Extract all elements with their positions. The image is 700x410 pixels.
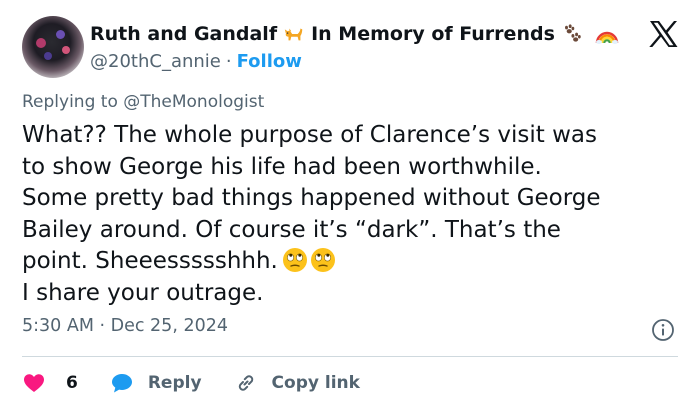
heart-icon — [24, 374, 44, 392]
x-logo-icon[interactable] — [648, 20, 678, 48]
handle-row: @20thC_annie · Follow — [90, 48, 302, 74]
face-with-rolling-eyes-icon — [310, 248, 335, 272]
tweet-text-line: Some pretty bad things happened without … — [22, 185, 601, 211]
paw-prints-icon — [561, 23, 583, 45]
tweet-text: What?? The whole purpose of Clarence’s v… — [22, 120, 682, 309]
tweet-text-line: to show George his life had been worthwh… — [22, 153, 542, 180]
avatar[interactable] — [22, 16, 84, 78]
tweet-text-line-with-emoji: point. Sheeessssshhh. — [22, 246, 682, 278]
link-icon — [238, 375, 253, 391]
avatar-flower — [36, 38, 46, 48]
like-button[interactable]: 6 — [22, 371, 78, 395]
avatar-flower — [56, 30, 65, 39]
avatar-flower — [62, 46, 70, 54]
cat-emoji-icon — [283, 23, 305, 45]
action-bar: 6 Reply Copy link — [22, 368, 392, 398]
replying-prefix: Replying to — [22, 92, 118, 112]
face-with-rolling-eyes-icon — [282, 248, 307, 272]
display-name-part2: In Memory of Furrends — [311, 23, 555, 45]
like-count: 6 — [66, 373, 78, 393]
avatar-flower — [44, 52, 52, 60]
tweet-text-line: I share your outrage. — [22, 279, 264, 306]
follow-button[interactable]: Follow — [237, 51, 302, 72]
reply-bubble-icon — [111, 374, 132, 393]
reply-button[interactable]: Reply — [110, 371, 202, 395]
divider — [22, 356, 678, 357]
info-icon[interactable] — [651, 318, 675, 342]
separator-dot: · — [225, 50, 232, 72]
tweet-timestamp[interactable]: 5:30 AM · Dec 25, 2024 — [22, 316, 228, 336]
replying-to: Replying to @TheMonologist — [22, 92, 264, 112]
author-handle[interactable]: @20thC_annie — [90, 51, 221, 72]
tweet-text-line: What?? The whole purpose of Clarence’s v… — [22, 122, 597, 148]
rainbow-icon — [595, 23, 619, 45]
tweet-text-line: point. Sheeessssshhh. — [22, 248, 278, 274]
author-name-row[interactable]: Ruth and Gandalf In Memory of Furrends — [90, 20, 625, 48]
copy-link-label: Copy link — [271, 373, 360, 393]
copy-link-button[interactable]: Copy link — [234, 371, 360, 395]
replying-to-mention[interactable]: @TheMonologist — [123, 92, 264, 112]
tweet-text-line: Bailey around. Of course it’s “dark”. Th… — [22, 216, 561, 243]
display-name-part1: Ruth and Gandalf — [90, 23, 278, 45]
reply-label: Reply — [147, 373, 202, 393]
